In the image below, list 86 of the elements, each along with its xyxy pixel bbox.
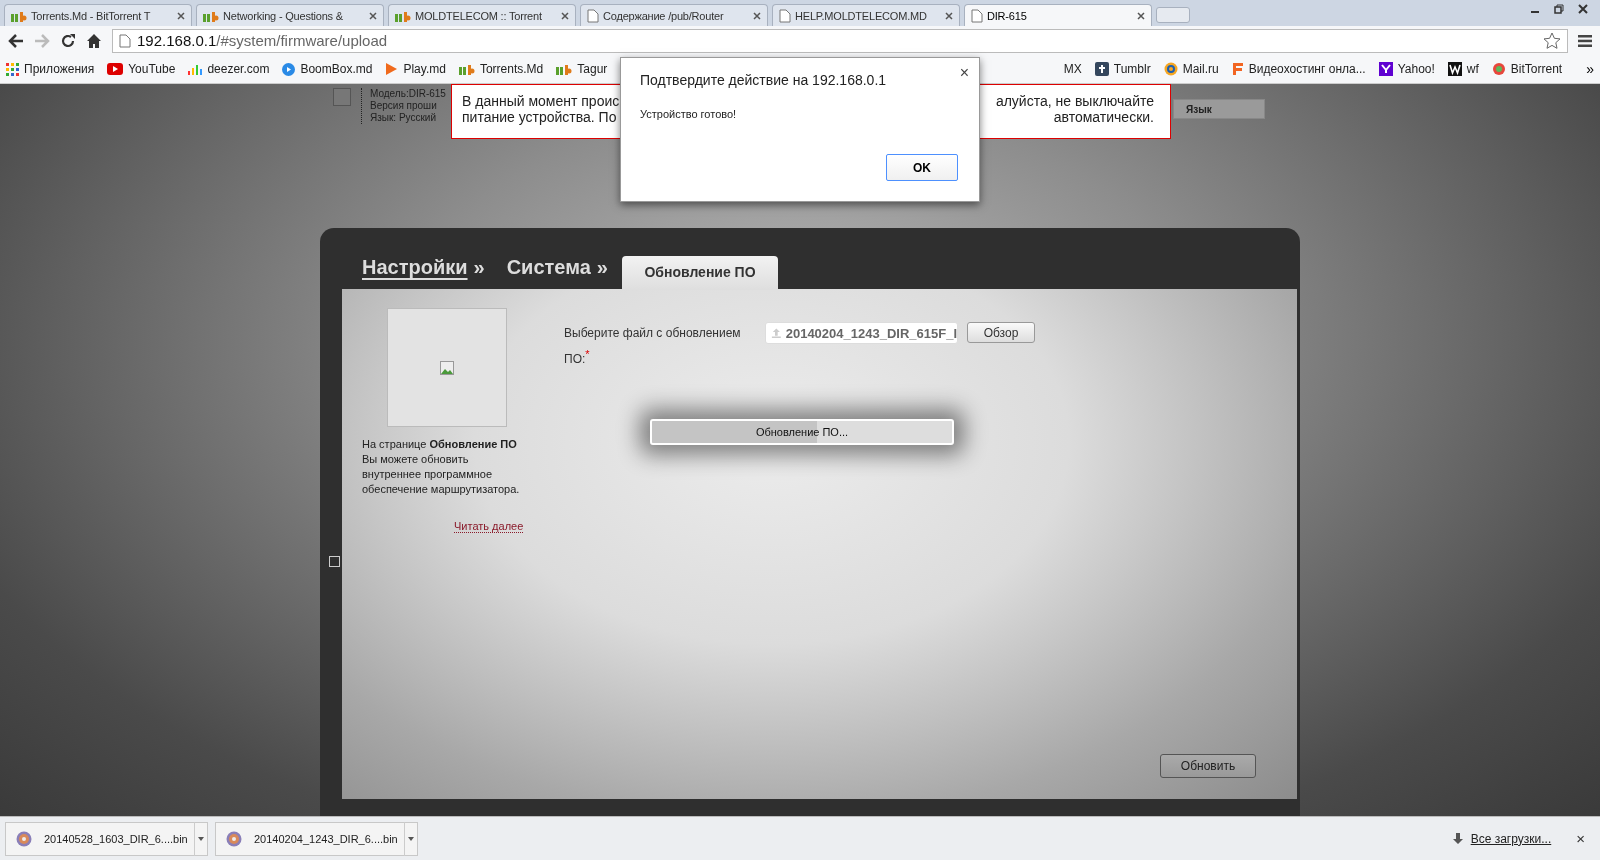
bookmark[interactable]: YouTube (107, 62, 176, 76)
apps-grid-icon (6, 62, 19, 76)
browser-tab[interactable]: HELP.MOLDTELECOM.MD (772, 4, 960, 26)
close-icon[interactable] (369, 11, 377, 20)
page-icon (587, 8, 599, 23)
checkbox[interactable] (329, 556, 340, 567)
close-icon[interactable] (177, 11, 185, 20)
page-icon (971, 8, 983, 23)
update-button[interactable]: Обновить (1160, 754, 1256, 778)
file-name: 20140204_1243_DIR_6....bin (254, 832, 398, 845)
close-icon[interactable] (1578, 4, 1588, 14)
description-text: На странице Обновление ПО Вы можете обновить внутреннее программное обеспечение маршрутизатора. (362, 437, 521, 497)
bookmark[interactable]: MX (1063, 62, 1082, 76)
close-button[interactable]: × (959, 64, 969, 82)
alert-text: автоматически. (1053, 109, 1154, 125)
file-name: 20140528_1603_DIR_6....bin (44, 832, 188, 845)
reload-icon[interactable] (60, 32, 76, 49)
close-button[interactable]: × (1576, 830, 1585, 847)
device-info-line: Модель:DIR-615 (370, 88, 446, 100)
bookmark[interactable]: Tumblr (1094, 62, 1151, 76)
active-tab[interactable]: Обновление ПО (622, 256, 778, 290)
more-bookmarks[interactable]: » (1586, 61, 1594, 77)
dialog-message: Устройство готово! (640, 108, 738, 120)
close-icon[interactable] (945, 11, 953, 20)
browser-tab[interactable]: DIR-615 (964, 4, 1152, 26)
breadcrumb-separator: » (596, 256, 608, 279)
browser-tab[interactable]: MOLDTELECOM :: Torrent (388, 4, 576, 26)
logo-icon (1447, 62, 1462, 76)
bookmark[interactable]: BoomBox.md (282, 62, 373, 76)
dialog-title: Подтвердите действие на 192.168.0.1 (640, 72, 888, 88)
broken-image-icon (333, 88, 351, 106)
logo-icon (1378, 62, 1393, 76)
bars-icon (188, 63, 203, 75)
home-icon[interactable] (86, 32, 102, 49)
download-arrow-icon (1452, 832, 1463, 845)
bookmark[interactable]: Yahoo! (1378, 62, 1435, 76)
bookmark[interactable]: Приложения (6, 62, 95, 76)
caret-icon[interactable] (408, 836, 414, 841)
page-icon (779, 8, 791, 23)
restore-icon[interactable] (1554, 4, 1564, 14)
bookmark[interactable]: BitTorrent (1491, 62, 1563, 76)
play-circle-icon (282, 62, 296, 76)
close-icon[interactable] (1137, 11, 1145, 20)
close-icon[interactable] (753, 11, 761, 20)
ok-button[interactable]: OK (886, 154, 958, 181)
play-logo-icon (107, 63, 124, 75)
breadcrumb-separator: » (473, 256, 485, 279)
caret-icon[interactable] (198, 836, 204, 841)
menu-icon[interactable] (1578, 34, 1592, 47)
disc-icon (16, 830, 32, 847)
logo-icon (1094, 62, 1109, 76)
close-icon[interactable] (561, 11, 569, 20)
browse-button[interactable]: Обзор (967, 322, 1035, 343)
upload-icon (771, 327, 782, 339)
read-more-link[interactable]: Читать далее (454, 520, 524, 533)
bookmark[interactable]: Torrents.Md (458, 62, 544, 76)
bookmark[interactable]: Tagur (556, 62, 608, 76)
bookmark[interactable]: Mail.ru (1163, 62, 1219, 76)
device-info-line: Язык: Русский (370, 112, 438, 124)
broken-image-icon (440, 360, 454, 375)
bookmark[interactable]: deezer.com (188, 62, 270, 76)
breadcrumb-link[interactable]: Настройки (362, 256, 468, 279)
bookmark[interactable]: wf (1447, 62, 1479, 76)
download-item[interactable]: 20140204_1243_DIR_6....bin (215, 821, 418, 856)
page-icon (119, 33, 131, 48)
alert-text: алуйста, не выключайте (995, 93, 1154, 109)
alert-text: питание устройства. По (462, 109, 617, 125)
address-bar[interactable]: 192.168.0.1/#system/firmware/upload (112, 28, 1568, 53)
play-logo-icon (385, 62, 399, 76)
disc-icon (226, 830, 242, 847)
star-icon[interactable] (1543, 31, 1561, 50)
browser-tab[interactable]: Содержание /pub/Router (580, 4, 768, 26)
browser-tab[interactable]: Networking - Questions & (196, 4, 384, 26)
device-info-line: Версия проши (370, 100, 438, 112)
alert-text: В данный момент проис (462, 93, 620, 109)
file-input[interactable]: 20140204_1243_DIR_615F_I (765, 322, 958, 344)
bookmark[interactable]: Play.md (385, 62, 446, 76)
breadcrumb-link[interactable]: Система (506, 256, 591, 279)
logo-icon (1231, 62, 1244, 76)
all-downloads-link[interactable]: Все загрузки... (1470, 831, 1552, 846)
back-arrow-icon[interactable] (8, 33, 24, 48)
language-button[interactable]: Язык (1173, 99, 1265, 119)
bookmark[interactable]: Видеохостинг онла... (1231, 62, 1366, 76)
download-item[interactable]: 20140528_1603_DIR_6....bin (5, 821, 208, 856)
progress-label: Обновление ПО... (754, 425, 850, 440)
browser-tab[interactable]: Torrents.Md - BitTorrent T (4, 4, 192, 26)
